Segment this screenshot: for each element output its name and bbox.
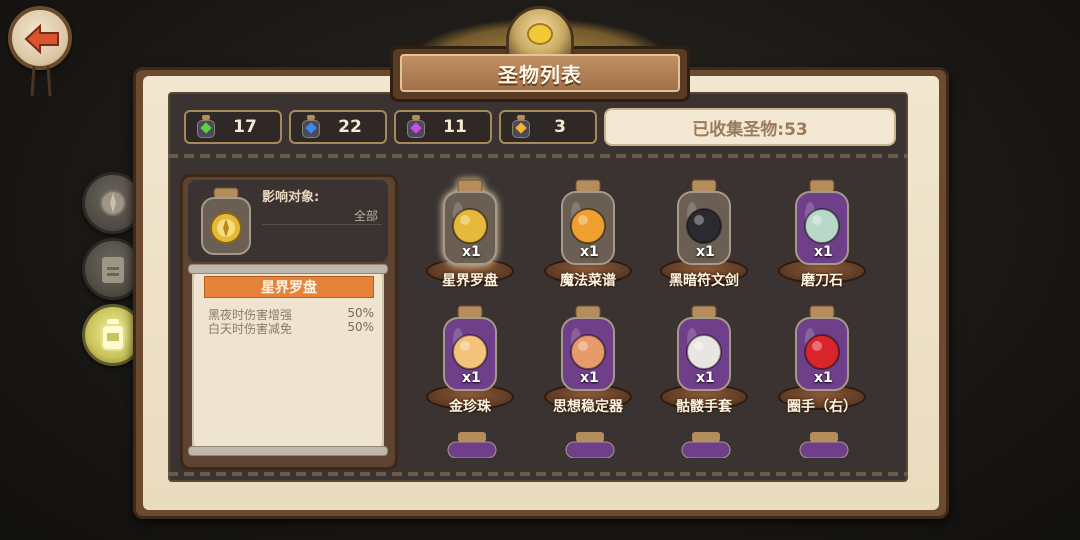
relic-name: 黑暗符文剑: [669, 273, 739, 289]
relic-quantity: x1: [580, 244, 599, 260]
relic-name: 骷髅手套: [676, 399, 732, 415]
arrow-left-icon: [24, 24, 59, 54]
relic-slot[interactable]: x1 磨刀石: [770, 174, 874, 300]
title-emblem: [506, 6, 574, 60]
gem-counter-gold: 3: [499, 110, 597, 144]
relic-name: 星界罗盘: [442, 273, 498, 289]
back-button-legs: [30, 66, 52, 97]
stat-value: 50%: [347, 320, 374, 334]
compass-icon: [100, 190, 126, 216]
stat-row: 白天时伤害减免 50%: [208, 320, 374, 337]
divider: [168, 154, 908, 158]
effect-title: 影响对象:: [262, 190, 320, 205]
relic-slot[interactable]: x1 思想稳定器: [536, 300, 640, 426]
scroll-rod-bottom: [188, 446, 388, 456]
collected-count: 已收集圣物:53: [604, 108, 896, 146]
lock-icon: [102, 257, 124, 283]
relic-slot[interactable]: x1 黑暗符文剑: [652, 174, 756, 300]
stat-label: 白天时伤害减免: [208, 322, 293, 336]
relic-quantity: x1: [462, 244, 481, 260]
relic-slot[interactable]: x1 魔法菜谱: [536, 174, 640, 300]
relic-quantity: x1: [696, 244, 715, 260]
purple-gem-icon: [406, 115, 426, 139]
counter-value: 17: [233, 117, 257, 137]
back-button[interactable]: [8, 6, 72, 70]
relic-name: 磨刀石: [801, 273, 843, 289]
relic-quantity: x1: [814, 244, 833, 260]
scroll-rod-top: [188, 264, 388, 274]
gem-counter-blue: 22: [289, 110, 387, 144]
relic-slot[interactable]: x1 骷髅手套: [652, 300, 756, 426]
relic-slot-partial: [565, 432, 615, 458]
relic-name: 金珍珠: [449, 399, 491, 415]
relic-quantity: x1: [696, 370, 715, 386]
relic-slot[interactable]: x1 星界罗盘: [418, 174, 522, 300]
relic-name: 圈手（右）: [787, 399, 857, 415]
effect-target: 全部: [353, 209, 378, 223]
collected-count-text: 已收集圣物:53: [692, 119, 808, 140]
page-title-text: 圣物列表: [498, 62, 582, 87]
gem-counter-green: 17: [184, 110, 282, 144]
relic-quantity: x1: [462, 370, 481, 386]
relic-slot-partial: [799, 432, 849, 458]
gold-gem-icon: [511, 115, 531, 139]
counter-value: 3: [554, 117, 566, 137]
green-gem-icon: [196, 115, 216, 139]
relic-name: 思想稳定器: [553, 399, 623, 415]
relic-slot[interactable]: x1 圈手（右）: [770, 300, 874, 426]
counter-value: 11: [443, 117, 467, 137]
page-title: 圣物列表: [400, 54, 680, 92]
relic-quantity: x1: [814, 370, 833, 386]
selected-relic-name-text: 星界罗盘: [261, 280, 317, 296]
relic-quantity: x1: [580, 370, 599, 386]
relic-name: 魔法菜谱: [560, 273, 616, 289]
counter-value: 22: [338, 117, 362, 137]
gem-counter-purple: 11: [394, 110, 492, 144]
divider: [168, 472, 908, 476]
relic-slot-partial: [681, 432, 731, 458]
jar-icon: [101, 319, 125, 351]
relic-slot-partial: [447, 432, 497, 458]
selected-relic-name: 星界罗盘: [204, 276, 374, 298]
blue-gem-icon: [301, 115, 321, 139]
relic-slot[interactable]: x1 金珍珠: [418, 300, 522, 426]
divider: [262, 224, 382, 225]
compass-icon: [201, 187, 251, 255]
